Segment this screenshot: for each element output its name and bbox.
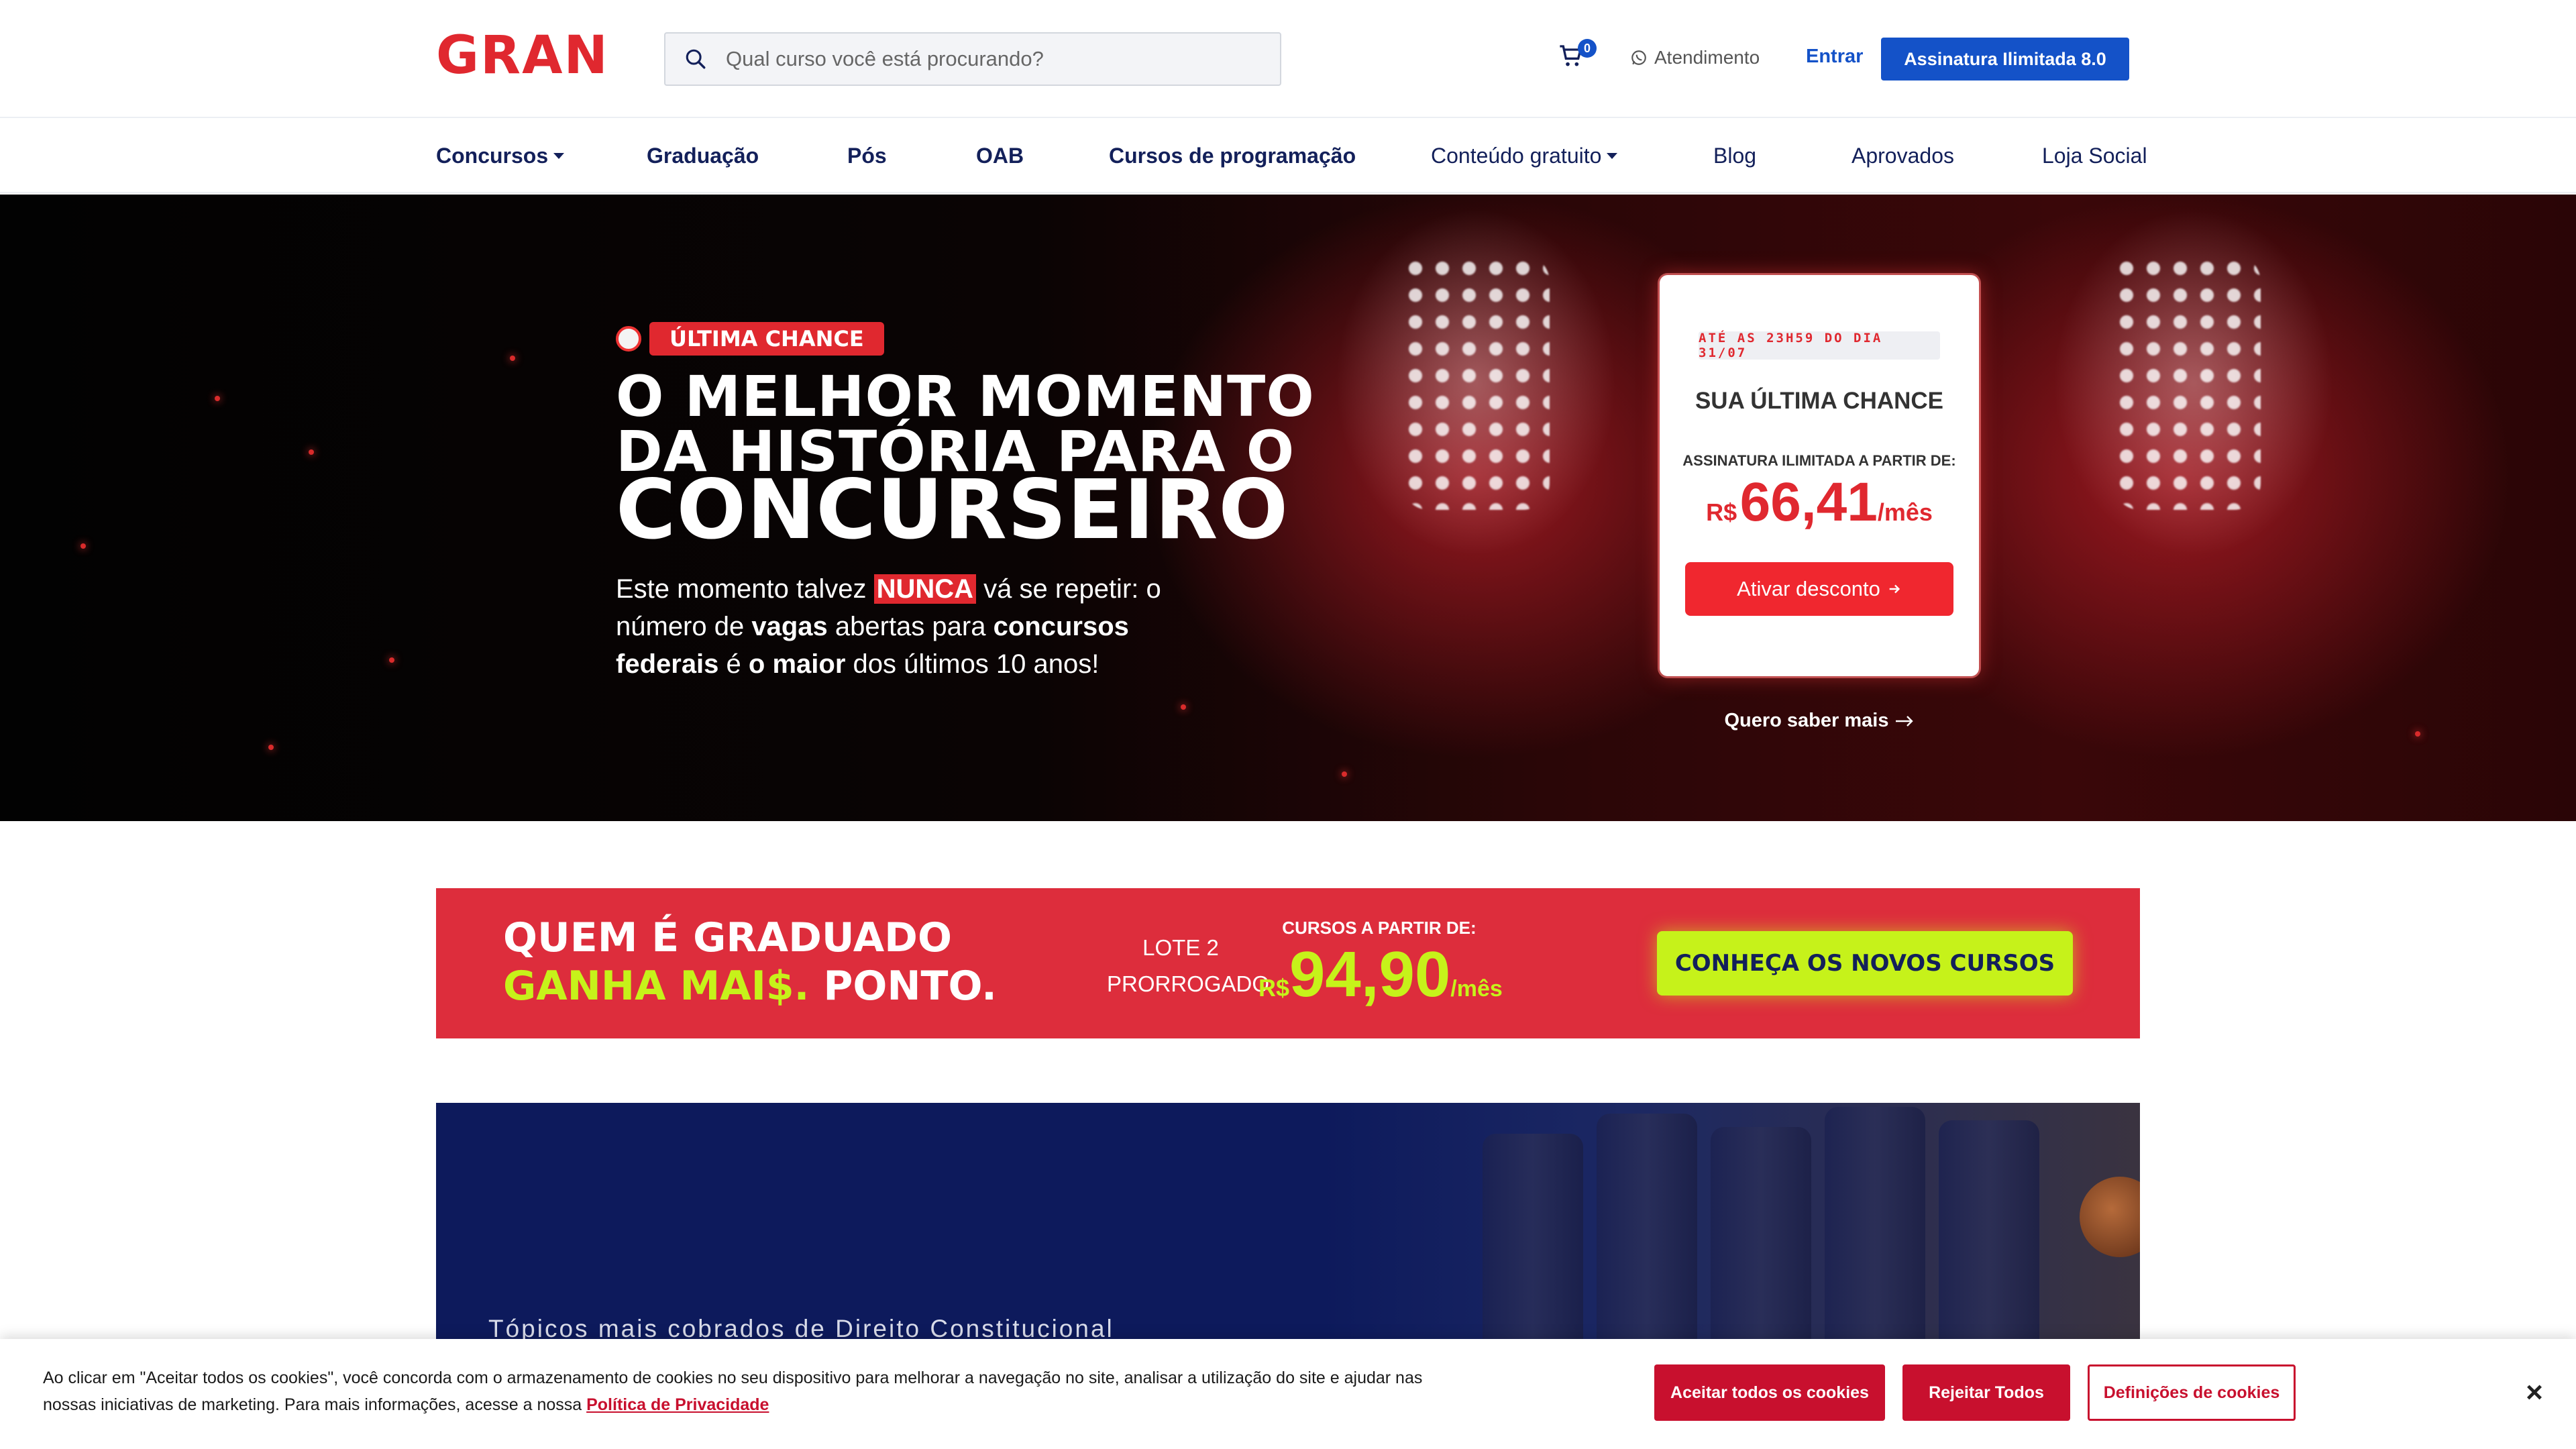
- conheca-novos-cursos-button[interactable]: CONHEÇA OS NOVOS CURSOS: [1657, 931, 2073, 996]
- hero-banner[interactable]: ÚLTIMA CHANCE O MELHOR MOMENTO DA HISTÓR…: [0, 195, 2576, 821]
- caret-down-icon: [1607, 153, 1618, 159]
- spark: [80, 543, 86, 549]
- spark: [1181, 704, 1186, 710]
- reject-all-cookies-button[interactable]: Rejeitar Todos: [1902, 1364, 2070, 1421]
- cookie-consent-bar: Ao clicar em "Aceitar todos os cookies",…: [0, 1339, 2576, 1449]
- caret-down-icon: [553, 153, 565, 159]
- nav-item-graduacao[interactable]: Graduação: [647, 144, 759, 168]
- cursos-a-partir-label: CURSOS A PARTIR DE:: [1282, 918, 1477, 938]
- hero-title-big: CONCURSEIRO: [616, 462, 1289, 557]
- stadium-light-right: [2113, 255, 2261, 510]
- promo-price: R$94,90/mês: [1258, 938, 1503, 1010]
- alarm-clock-icon: [616, 326, 641, 352]
- nunca-highlight: NUNCA: [873, 574, 977, 604]
- atendimento-label: Atendimento: [1654, 47, 1760, 68]
- search-icon[interactable]: [665, 48, 726, 70]
- graduacao-promo-banner[interactable]: QUEM É GRADUADO GANHA MAI$. PONTO. LOTE …: [436, 888, 2140, 1038]
- entrar-link[interactable]: Entrar: [1806, 46, 1863, 68]
- close-icon[interactable]: ×: [2518, 1376, 2551, 1409]
- spark: [2415, 731, 2420, 737]
- main-nav: Concursos Graduação Pós OAB Cursos de pr…: [0, 119, 2576, 193]
- ultima-chance-badge-row: ÚLTIMA CHANCE: [616, 322, 884, 356]
- offer-title: SUA ÚLTIMA CHANCE: [1695, 388, 1944, 414]
- nav-item-conteudo-gratuito[interactable]: Conteúdo gratuito: [1431, 144, 1618, 168]
- nav-item-cursos-programacao[interactable]: Cursos de programação: [1109, 144, 1356, 168]
- nav-item-pos[interactable]: Pós: [847, 144, 887, 168]
- offer-subtitle: ASSINATURA ILIMITADA A PARTIR DE:: [1682, 452, 1956, 469]
- lote-label: LOTE 2 PRORROGADO: [1107, 935, 1270, 996]
- cart-count-badge: 0: [1578, 39, 1597, 58]
- gran-logo[interactable]: GRAN: [436, 30, 609, 82]
- assinatura-ilimitada-button[interactable]: Assinatura Ilimitada 8.0: [1881, 38, 2129, 80]
- quero-saber-mais-link[interactable]: Quero saber mais: [1660, 710, 1979, 732]
- site-header: GRAN 0 Atendimento Entrar Assinatura Ili…: [0, 0, 2576, 118]
- spark: [1342, 771, 1347, 777]
- nav-item-aprovados[interactable]: Aprovados: [1851, 144, 1954, 168]
- atendimento-link[interactable]: Atendimento: [1630, 47, 1760, 68]
- ultima-chance-badge: ÚLTIMA CHANCE: [649, 322, 884, 356]
- hero-description: Este momento talvez NUNCA vá se repetir:…: [616, 574, 1161, 679]
- arrow-right-icon: [1895, 716, 1913, 727]
- accept-all-cookies-button[interactable]: Aceitar todos os cookies: [1654, 1364, 1885, 1421]
- ativar-desconto-button[interactable]: Ativar desconto: [1685, 562, 1953, 616]
- search-input[interactable]: [726, 47, 1249, 71]
- privacy-policy-link[interactable]: Política de Privacidade: [586, 1395, 769, 1414]
- promo-headline-line2: GANHA MAI$. PONTO.: [503, 963, 997, 1010]
- spark: [510, 356, 515, 361]
- promo-headline-line1: QUEM É GRADUADO: [503, 914, 952, 961]
- cookie-text: Ao clicar em "Aceitar todos os cookies",…: [43, 1368, 1423, 1414]
- nav-item-blog[interactable]: Blog: [1713, 144, 1756, 168]
- spark: [309, 449, 314, 455]
- spark: [389, 657, 394, 663]
- search-bar[interactable]: [664, 32, 1281, 86]
- whatsapp-icon: [1631, 50, 1646, 65]
- nav-item-loja-social[interactable]: Loja Social: [2042, 144, 2147, 168]
- offer-deadline: ATÉ AS 23H59 DO DIA 31/07: [1699, 331, 1940, 360]
- cookie-settings-button[interactable]: Definições de cookies: [2088, 1364, 2296, 1421]
- spark: [215, 396, 220, 401]
- offer-card: ATÉ AS 23H59 DO DIA 31/07 SUA ÚLTIMA CHA…: [1660, 275, 1979, 676]
- stadium-light-left: [1402, 255, 1550, 510]
- spark: [268, 745, 274, 750]
- offer-price: R$ 66,41/mês: [1706, 472, 1933, 533]
- logo-text: GRAN: [436, 25, 609, 86]
- arrow-right-icon: [1889, 584, 1900, 594]
- nav-item-oab[interactable]: OAB: [976, 144, 1024, 168]
- gavel-image: [2080, 1177, 2140, 1257]
- nav-item-concursos[interactable]: Concursos: [436, 144, 565, 168]
